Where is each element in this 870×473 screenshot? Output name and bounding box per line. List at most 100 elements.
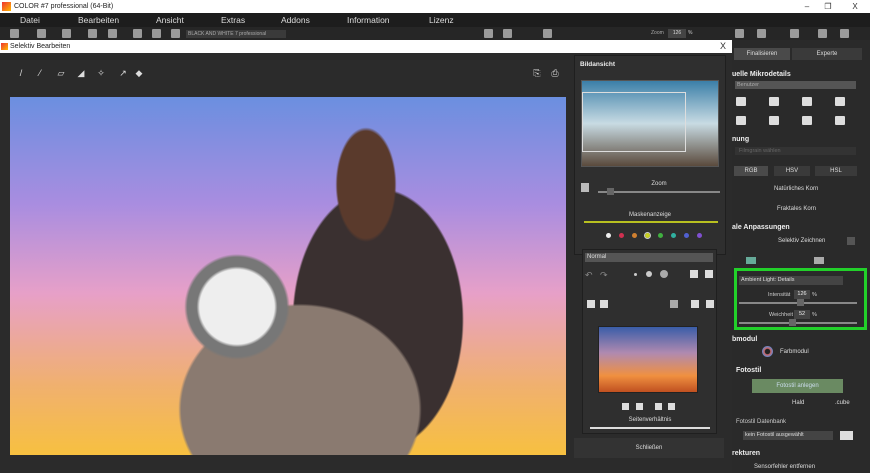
zoom-input[interactable]: 126	[668, 29, 686, 38]
save-mask-icon[interactable]: ⎙	[550, 68, 560, 78]
mask-color-swatch[interactable]	[632, 233, 637, 238]
photostyle-db-select[interactable]: kein Fotostil ausgewählt	[743, 431, 833, 440]
menu-lizenz[interactable]: Lizenz	[429, 13, 454, 27]
menu-ansicht[interactable]: Ansicht	[156, 13, 184, 27]
folder-icon[interactable]	[840, 431, 853, 440]
fit-icon[interactable]	[581, 183, 589, 192]
ambient-light-select[interactable]: Ambient Light: Details	[739, 276, 843, 285]
vertical-icon[interactable]	[668, 403, 675, 410]
clear-mask-icon[interactable]	[705, 270, 713, 278]
undo-icon[interactable]: ↶	[585, 270, 593, 281]
intensity-input[interactable]: 126	[794, 290, 810, 299]
building-icon[interactable]	[736, 116, 746, 125]
gradient-icon[interactable]: ◢	[76, 68, 86, 78]
brush-icon[interactable]: /	[16, 68, 26, 78]
selective-draw-button[interactable]: Selektiv Zeichnen	[778, 238, 825, 244]
softness-slider[interactable]	[739, 322, 857, 324]
tools-icon[interactable]	[108, 29, 117, 38]
preset-select[interactable]: BLACK AND WHITE 7 professional	[186, 30, 286, 38]
load-icon[interactable]	[691, 300, 699, 308]
zoom-slider-handle[interactable]	[607, 188, 614, 195]
load-mask-icon[interactable]: ⎘	[532, 68, 542, 78]
texture-icon[interactable]	[835, 116, 845, 125]
redo-icon[interactable]: ↷	[600, 270, 608, 281]
soft-brush-icon[interactable]: ⁄	[35, 68, 45, 78]
tab-finalisieren[interactable]: Finalisieren	[734, 48, 790, 60]
close-button[interactable]: X	[843, 0, 867, 13]
mirror-icon[interactable]	[543, 29, 552, 38]
mask-color-swatch[interactable]	[697, 233, 702, 238]
macro-icon[interactable]	[769, 116, 779, 125]
mask-color-swatch[interactable]	[606, 233, 611, 238]
crop-icon[interactable]	[735, 29, 744, 38]
raw-icon[interactable]	[88, 29, 97, 38]
menu-addons[interactable]: Addons	[281, 13, 310, 27]
natural-grain-button[interactable]: Natürliches Korn	[774, 186, 818, 192]
create-photostyle-button[interactable]: Fotostil anlegen	[752, 379, 843, 393]
mask-swap-icon[interactable]	[746, 257, 756, 264]
main-photo[interactable]	[10, 97, 566, 455]
fit-texture-icon[interactable]	[622, 403, 629, 410]
blend-mode-select[interactable]: Normal	[585, 253, 713, 262]
portrait-icon[interactable]	[802, 116, 812, 125]
fill-texture-icon[interactable]	[636, 403, 643, 410]
mask-opacity-slider[interactable]	[584, 221, 718, 223]
maximize-button[interactable]: ❐	[816, 0, 840, 13]
mask-sub-icon[interactable]	[600, 300, 608, 308]
save-icon[interactable]	[706, 300, 714, 308]
picker-icon[interactable]: ↗	[118, 68, 128, 78]
export2-icon[interactable]	[840, 29, 849, 38]
open-icon[interactable]	[37, 29, 46, 38]
intensity-slider-handle[interactable]	[797, 299, 804, 306]
texture-preview[interactable]	[598, 326, 698, 393]
fill-icon[interactable]: ◆	[134, 68, 144, 78]
horizontal-icon[interactable]	[655, 403, 662, 410]
cube-button[interactable]: .cube	[835, 400, 850, 406]
tab-experte[interactable]: Experte	[792, 48, 862, 60]
dialog-close-button[interactable]: X	[716, 40, 730, 53]
layer-swap-icon[interactable]	[814, 257, 824, 264]
brush-size-small-icon[interactable]	[634, 273, 637, 276]
close-dialog-button[interactable]: Schließen	[574, 438, 724, 458]
menu-extras[interactable]: Extras	[221, 13, 245, 27]
sensor-fix-button[interactable]: Sensorfehler entfernen	[754, 464, 815, 470]
menu-information[interactable]: Information	[347, 13, 390, 27]
print-icon[interactable]	[152, 29, 161, 38]
eraser-icon[interactable]: ▱	[56, 68, 66, 78]
navigator-thumbnail[interactable]	[581, 80, 719, 167]
invert-mask-icon[interactable]	[690, 270, 698, 278]
mask-color-swatch[interactable]	[671, 233, 676, 238]
aspect-ratio-slider[interactable]	[590, 427, 710, 429]
reset-icon[interactable]	[847, 237, 855, 245]
new-icon[interactable]	[10, 29, 19, 38]
mask-color-swatch[interactable]	[684, 233, 689, 238]
colormodule-button[interactable]: Farbmodul	[780, 349, 809, 355]
refresh-icon[interactable]	[171, 29, 180, 38]
rotate-icon[interactable]	[503, 29, 512, 38]
flower-icon[interactable]	[769, 97, 779, 106]
mask-color-swatch[interactable]	[658, 233, 663, 238]
menu-bearbeiten[interactable]: Bearbeiten	[78, 13, 119, 27]
micro-preset-select[interactable]: Benutzer	[735, 81, 856, 89]
view-rectangle[interactable]	[582, 92, 686, 152]
zoom-slider[interactable]	[598, 191, 720, 193]
softness-input[interactable]: 52	[794, 310, 810, 319]
export-icon[interactable]	[818, 29, 827, 38]
grain-preset-select[interactable]: Filmgrain wählen	[735, 147, 856, 155]
rgb-button[interactable]: RGB	[734, 166, 768, 176]
hsv-button[interactable]: HSV	[774, 166, 810, 176]
mask-view-icon[interactable]	[670, 300, 678, 308]
hsl-button[interactable]: HSL	[815, 166, 857, 176]
compare-icon[interactable]	[757, 29, 766, 38]
save-icon[interactable]	[133, 29, 142, 38]
landscape-icon[interactable]	[736, 97, 746, 106]
mask-color-swatch[interactable]	[645, 233, 650, 238]
softness-slider-handle[interactable]	[789, 319, 796, 326]
fractal-grain-button[interactable]: Fraktales Korn	[777, 206, 816, 212]
brush-size-medium-icon[interactable]	[646, 271, 652, 277]
mask-add-icon[interactable]	[587, 300, 595, 308]
view-icon[interactable]	[484, 29, 493, 38]
hald-button[interactable]: Hald	[792, 400, 804, 406]
file-icon[interactable]	[62, 29, 71, 38]
magic-icon[interactable]: ✧	[96, 68, 106, 78]
